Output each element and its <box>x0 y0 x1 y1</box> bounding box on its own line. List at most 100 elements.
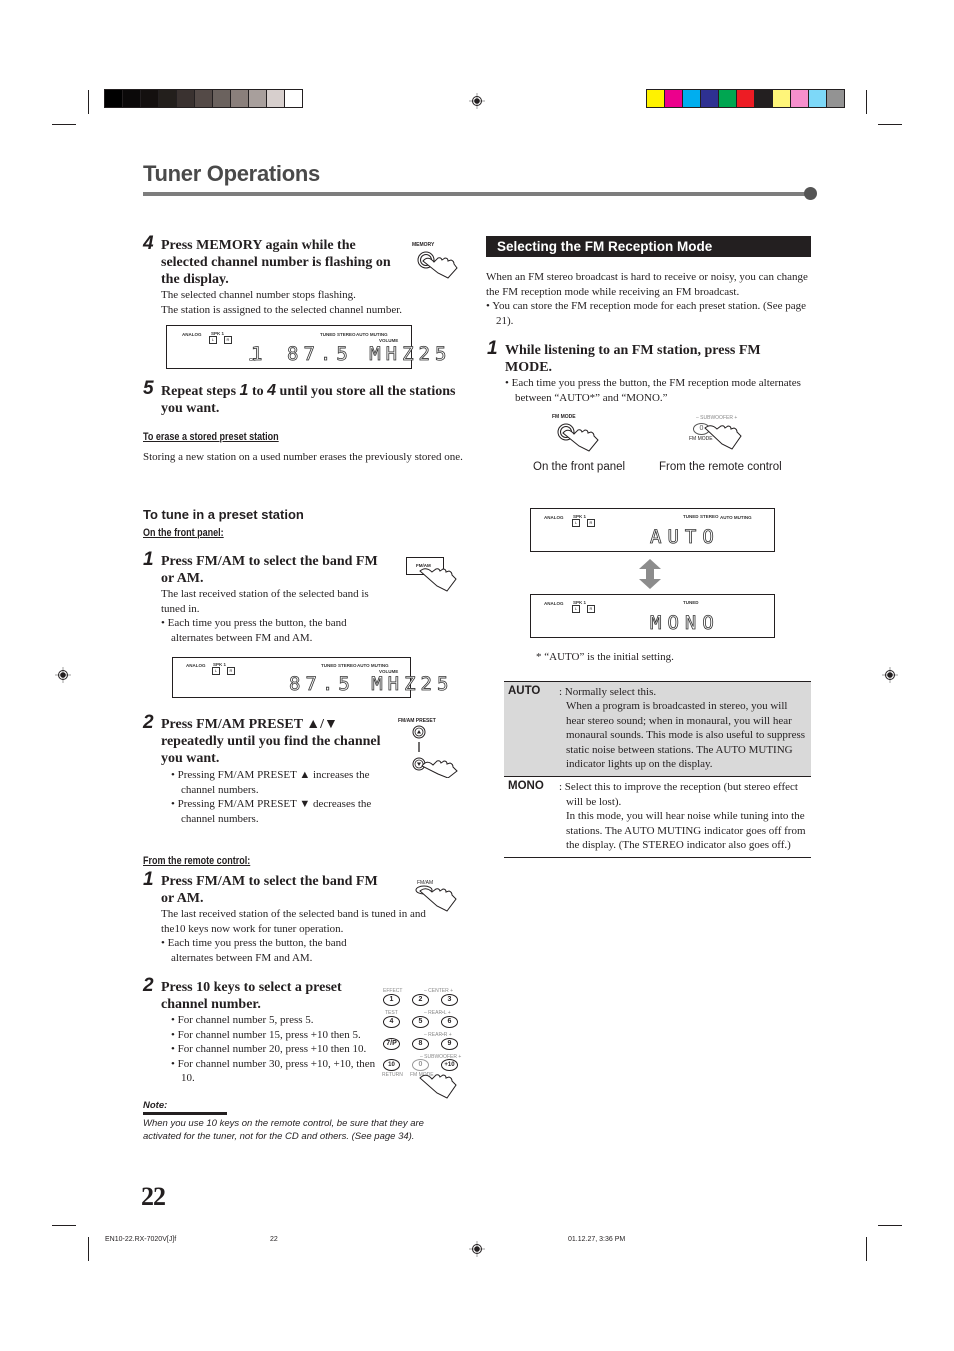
remote-step-2-body: • For channel number 5, press 5. • For c… <box>171 1014 376 1084</box>
remote-step-1-body: The last received station of the selecte… <box>161 908 426 964</box>
remote-step-2-title: 2 Press 10 keys to select a preset chann… <box>143 975 342 1012</box>
key-2: 2 <box>412 994 429 1006</box>
footnote: * “AUTO” is the initial setting. <box>536 651 674 663</box>
color-swatch <box>773 90 791 107</box>
footer-filename: EN10-22.RX-7020V[J]f <box>105 1236 177 1243</box>
color-swatch <box>195 90 213 107</box>
color-swatch <box>647 90 665 107</box>
table-row: MONO : Select this to improve the recept… <box>504 777 811 859</box>
footer-page: 22 <box>270 1236 278 1243</box>
step-4-body: The selected channel number stops flashi… <box>161 289 403 316</box>
color-swatch <box>267 90 285 107</box>
title-rule <box>143 192 808 196</box>
step-4-title: 4 Press MEMORY again while the selected … <box>143 233 391 287</box>
key-1: 1 <box>383 994 400 1006</box>
crop-mark <box>88 90 89 114</box>
color-swatch <box>177 90 195 107</box>
color-swatch <box>105 90 123 107</box>
crop-mark <box>878 1225 902 1226</box>
color-swatch <box>719 90 737 107</box>
subwoofer-label: – SUBWOOFER + <box>696 415 738 421</box>
hand-pressing-button-icon <box>557 423 599 452</box>
registration-mark-icon <box>882 667 898 683</box>
registration-mark-icon <box>469 1241 485 1257</box>
erase-text: Storing a new station on a used number e… <box>143 451 463 463</box>
color-swatch <box>809 90 827 107</box>
key-9: 9 <box>441 1038 458 1050</box>
page-number: 22 <box>141 1182 166 1211</box>
note-label: Note: <box>143 1100 168 1111</box>
color-swatch <box>791 90 809 107</box>
fm-mode-intro: When an FM stereo broadcast is hard to r… <box>486 271 808 327</box>
tune-preset-heading: To tune in a preset station <box>143 507 304 522</box>
color-swatch <box>683 90 701 107</box>
key-4: 4 <box>383 1016 400 1028</box>
table-row: AUTO : Normally select this. When a prog… <box>504 682 811 778</box>
color-swatch <box>231 90 249 107</box>
registration-mark-icon <box>469 93 485 109</box>
crop-mark <box>866 90 867 114</box>
page-title: Tuner Operations <box>143 161 320 186</box>
color-swatch <box>249 90 267 107</box>
color-swatch <box>701 90 719 107</box>
key-8: 8 <box>412 1038 429 1050</box>
tuner-display-channel: ANALOG SPK 1 L R TUNED STEREO AUTO MUTIN… <box>166 325 447 369</box>
mode-key: MONO <box>508 780 544 793</box>
registration-mark-icon <box>55 667 71 683</box>
step-number: 5 <box>143 378 154 399</box>
tuner-display-mono: ANALOG SPK 1 L R TUNED MONO <box>530 594 775 638</box>
fm-mode-step-1-title: 1 While listening to an FM station, pres… <box>487 338 761 375</box>
front-step-2-title: 2 Press FM/AM PRESET ▲/▼ repeatedly unti… <box>143 712 381 766</box>
tuner-display-frequency: ANALOG SPK 1 L R TUNED STEREO AUTO MUTIN… <box>172 657 449 698</box>
front-step-1-body: The last received station of the selecte… <box>161 588 369 644</box>
front-step-1-title: 1 Press FM/AM to select the band FM or A… <box>143 549 378 586</box>
hand-pressing-button-icon <box>704 425 742 450</box>
color-swatch <box>737 90 755 107</box>
note-text: When you use 10 keys on the remote contr… <box>143 1118 424 1142</box>
crop-mark <box>878 124 902 125</box>
color-swatch <box>827 90 844 107</box>
color-swatch <box>755 90 773 107</box>
erase-heading: To erase a stored preset station <box>143 431 279 443</box>
key-7p: 7/P <box>383 1038 400 1050</box>
tuner-display-auto: ANALOG SPK 1 L R TUNED STEREO AUTO MUTIN… <box>530 508 775 552</box>
double-arrow-icon <box>639 559 661 589</box>
hand-pressing-button-icon <box>419 568 457 592</box>
step-number: 2 <box>143 712 154 733</box>
color-swatch <box>213 90 231 107</box>
hand-pressing-button-icon <box>415 885 457 912</box>
step-number: 4 <box>143 233 154 254</box>
memory-button-label: MEMORY <box>412 242 435 248</box>
color-swatch <box>665 90 683 107</box>
step-number: 1 <box>143 549 154 570</box>
crop-mark <box>52 124 76 125</box>
footer-timestamp: 01.12.27, 3:36 PM <box>568 1236 626 1243</box>
crop-mark <box>866 1237 867 1261</box>
key-3: 3 <box>441 994 458 1006</box>
key-5: 5 <box>412 1016 429 1028</box>
title-rule-end-dot <box>804 187 817 200</box>
grayscale-swatch-bar <box>104 89 303 108</box>
remote-step-1-title: 1 Press FM/AM to select the band FM or A… <box>143 869 378 906</box>
caption-front-panel: On the front panel <box>533 461 626 473</box>
note-rule <box>143 1112 227 1115</box>
front-step-2-body: • Pressing FM/AM PRESET ▲ increases the … <box>171 769 372 825</box>
key-6: 6 <box>441 1016 458 1028</box>
crop-mark <box>88 1237 89 1261</box>
fm-mode-table: AUTO : Normally select this. When a prog… <box>504 681 811 859</box>
mode-key: AUTO <box>508 685 541 697</box>
step-number: 1 <box>487 338 498 359</box>
color-swatch <box>123 90 141 107</box>
hand-pressing-button-icon <box>419 1074 457 1099</box>
step-5-title: 5 Repeat steps 1 to 4 until you store al… <box>143 378 456 416</box>
section-banner: Selecting the FM Reception Mode <box>486 236 811 257</box>
caption-remote-control: From the remote control <box>659 461 782 473</box>
step-number: 2 <box>143 975 154 996</box>
fm-mode-step-1-body: • Each time you press the button, the FM… <box>505 377 801 404</box>
front-panel-heading: On the front panel: <box>143 527 224 539</box>
step-number: 1 <box>143 869 154 890</box>
color-swatch-bar <box>646 89 845 108</box>
crop-mark <box>52 1225 76 1226</box>
remote-control-heading: From the remote control: <box>143 855 251 867</box>
color-swatch <box>141 90 159 107</box>
